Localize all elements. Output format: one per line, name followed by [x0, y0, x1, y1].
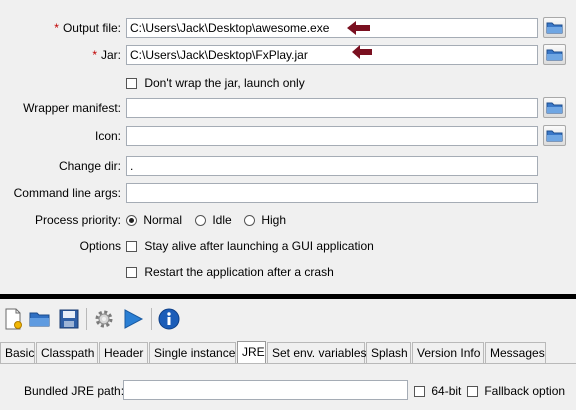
output-file-field[interactable]: C:\Users\Jack\Desktop\awesome.exe — [126, 18, 538, 38]
arrow-annotation-icon — [352, 45, 372, 59]
change-dir-label: Change dir: — [58, 159, 121, 173]
radio-button[interactable] — [244, 215, 255, 227]
arrow-annotation-icon — [347, 21, 370, 35]
folder-icon — [546, 22, 563, 34]
bundled-jre-field[interactable] — [123, 380, 408, 400]
options-label: Options — [79, 239, 121, 253]
settings-gear-icon — [95, 310, 113, 328]
icon-label: Icon: — [94, 129, 121, 143]
required-marker: * — [92, 48, 97, 62]
browse-jar-button[interactable] — [543, 44, 566, 65]
browse-output-button[interactable] — [543, 17, 566, 38]
bundled-jre-label: Bundled JRE path: — [24, 384, 125, 398]
run-play-icon — [124, 309, 144, 329]
save-icon — [59, 309, 79, 329]
save-button[interactable] — [57, 306, 81, 332]
cmd-args-label: Command line args: — [13, 186, 121, 200]
priority-high-radio[interactable]: High — [244, 212, 286, 228]
tab-messages[interactable]: Messages — [485, 342, 546, 363]
folder-icon — [546, 130, 563, 142]
output-file-label: * Output file: — [54, 21, 121, 35]
browse-manifest-button[interactable] — [543, 97, 566, 118]
tab-single-instance[interactable]: Single instance — [149, 342, 236, 363]
tab-jre[interactable]: JRE — [237, 341, 266, 364]
about-button[interactable] — [157, 306, 181, 332]
run-button[interactable] — [121, 306, 145, 332]
dont-wrap-checkbox[interactable]: Don't wrap the jar, launch only — [126, 75, 305, 91]
change-dir-field[interactable]: . — [126, 156, 538, 176]
folder-icon — [546, 49, 563, 61]
info-icon — [158, 308, 180, 330]
divider — [0, 294, 576, 299]
new-config-button[interactable] — [1, 306, 25, 332]
radio-button[interactable] — [195, 215, 206, 227]
tab-header[interactable]: Header — [99, 342, 148, 363]
wrapper-manifest-field[interactable] — [126, 98, 538, 118]
checkbox-box[interactable] — [126, 267, 137, 279]
open-button[interactable] — [28, 306, 52, 332]
checkbox-box[interactable] — [467, 386, 478, 398]
cmd-args-field[interactable] — [126, 183, 538, 203]
browse-icon-button[interactable] — [543, 125, 566, 146]
priority-idle-radio[interactable]: Idle — [195, 212, 232, 228]
tab-basic[interactable]: Basic — [0, 342, 35, 363]
icon-field[interactable] — [126, 126, 538, 146]
tab-classpath[interactable]: Classpath — [36, 342, 98, 363]
tab-set-env-variables[interactable]: Set env. variables — [267, 342, 367, 363]
folder-icon — [546, 102, 563, 114]
fallback-option-checkbox[interactable]: Fallback option — [467, 383, 565, 399]
bit64-checkbox[interactable]: 64-bit — [414, 383, 461, 399]
toolbar-separator — [86, 308, 87, 330]
settings-button[interactable] — [92, 306, 116, 332]
open-folder-icon — [29, 312, 50, 327]
restart-checkbox[interactable]: Restart the application after a crash — [126, 264, 334, 280]
checkbox-box[interactable] — [414, 386, 425, 398]
wrapper-manifest-label: Wrapper manifest: — [23, 101, 121, 115]
jar-label: * Jar: — [92, 48, 121, 62]
checkbox-box[interactable] — [126, 241, 137, 253]
new-config-icon — [5, 308, 22, 330]
toolbar-separator — [151, 308, 152, 330]
tab-version-info[interactable]: Version Info — [412, 342, 484, 363]
checkbox-box[interactable] — [126, 78, 137, 90]
tab-splash[interactable]: Splash — [366, 342, 411, 363]
priority-normal-radio[interactable]: Normal — [126, 212, 182, 228]
jar-field[interactable]: C:\Users\Jack\Desktop\FxPlay.jar — [126, 45, 538, 65]
stay-alive-checkbox[interactable]: Stay alive after launching a GUI applica… — [126, 238, 374, 254]
radio-button[interactable] — [126, 215, 137, 227]
required-marker: * — [54, 21, 59, 35]
priority-label: Process priority: — [34, 213, 121, 227]
